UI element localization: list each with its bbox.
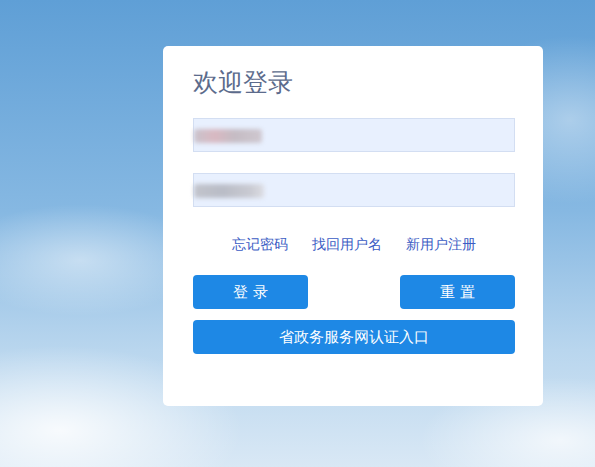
redacted-value bbox=[194, 129, 262, 143]
link-row: 忘记密码 找回用户名 新用户注册 bbox=[193, 234, 515, 254]
username-field bbox=[193, 118, 515, 152]
register-link[interactable]: 新用户注册 bbox=[406, 234, 476, 254]
login-button[interactable]: 登 录 bbox=[193, 275, 308, 309]
find-username-link[interactable]: 找回用户名 bbox=[312, 234, 382, 254]
reset-button[interactable]: 重 置 bbox=[400, 275, 515, 309]
username-input[interactable] bbox=[194, 119, 514, 151]
redacted-value bbox=[194, 184, 264, 198]
login-title: 欢迎登录 bbox=[193, 68, 515, 98]
button-row: 登 录重 置 bbox=[193, 275, 515, 309]
gov-auth-button[interactable]: 省政务服务网认证入口 bbox=[193, 320, 515, 354]
forgot-password-link[interactable]: 忘记密码 bbox=[232, 234, 288, 254]
password-input[interactable] bbox=[194, 174, 514, 206]
login-card: 欢迎登录忘记密码 找回用户名 新用户注册登 录 重 置省政务服务网认证入口 bbox=[163, 46, 543, 406]
password-field bbox=[193, 173, 515, 207]
